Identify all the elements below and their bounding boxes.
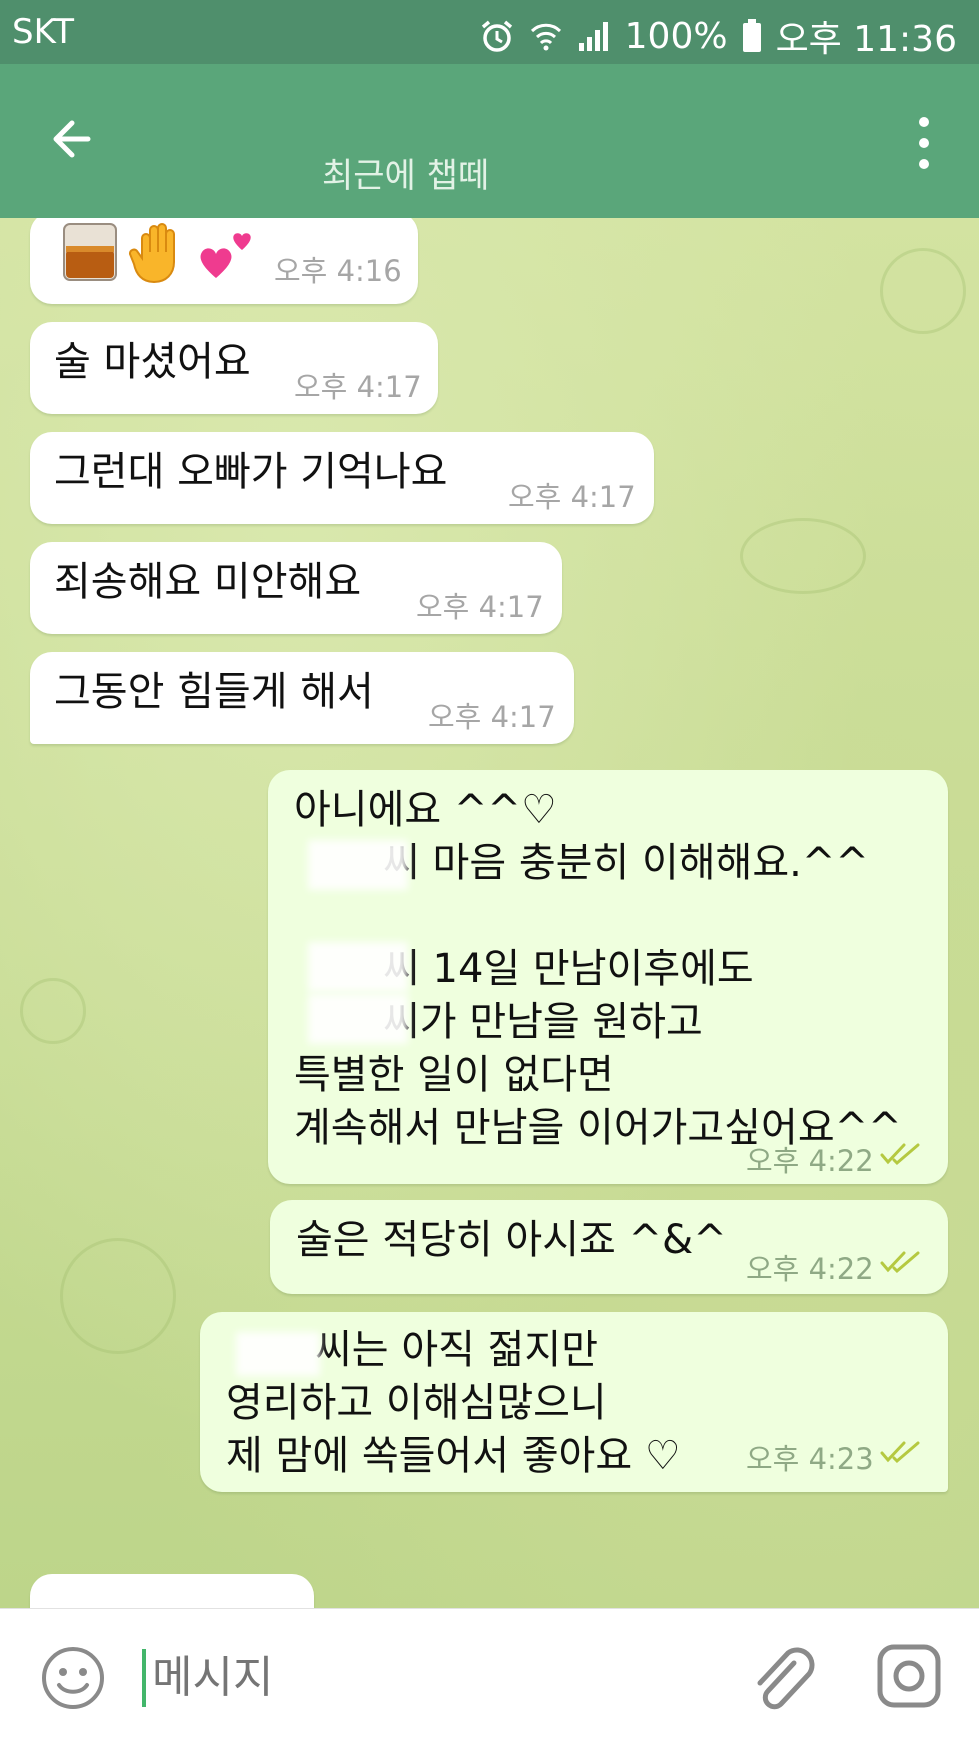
carrier-label: SKT: [12, 12, 75, 52]
emoji-icon[interactable]: [40, 1645, 106, 1711]
message-incoming[interactable]: 오후 4:16: [30, 218, 418, 304]
message-input-bar: [0, 1608, 979, 1743]
message-time: 오후 4:17: [294, 370, 422, 404]
message-time: 오후 4:17: [508, 480, 636, 514]
name-redaction: [308, 994, 408, 1044]
message-input[interactable]: [150, 1641, 714, 1713]
chat-title: 최근에 챕떼: [322, 156, 490, 196]
name-redaction: [236, 1332, 320, 1376]
message-time: 오후 4:17: [416, 590, 544, 624]
whisky-glass-icon: [63, 223, 117, 281]
background-doodle: [740, 518, 866, 594]
two-hearts-icon: [200, 233, 251, 278]
message-time: 오후 4:23: [746, 1442, 874, 1476]
message-time: 오후 4:17: [428, 700, 556, 734]
emoji-content: [60, 220, 260, 284]
message-incoming[interactable]: 죄송해요 미안해요 오후 4:17: [30, 542, 562, 634]
message-text: 술은 적당히 아시죠 ^&^: [296, 1217, 727, 1263]
message-incoming[interactable]: 그동안 힘들게 해서 오후 4:17: [30, 652, 574, 744]
battery-icon: [742, 19, 761, 52]
alarm-icon: [481, 20, 512, 52]
background-doodle: [60, 1238, 176, 1354]
attach-icon[interactable]: [752, 1639, 818, 1713]
message-incoming[interactable]: 술 마셨어요 오후 4:17: [30, 322, 438, 414]
message-text: 죄송해요 미안해요: [54, 559, 362, 605]
message-text: 그동안 힘들게 해서: [54, 669, 374, 715]
message-time: 오후 4:22: [746, 1144, 874, 1178]
chat-area[interactable]: 오후 4:16 술 마셨어요 오후 4:17 그런대 오빠가 기억나요 오후 4…: [0, 218, 979, 1608]
double-check-icon: [880, 1441, 920, 1464]
background-doodle: [880, 248, 966, 334]
message-outgoing[interactable]: 술은 적당히 아시죠 ^&^ 오후 4:22: [270, 1200, 948, 1294]
signal-icon: [578, 22, 608, 51]
message-text: 술 마셨어요: [54, 339, 251, 385]
battery-percent: 100%: [624, 15, 728, 57]
wifi-icon: [530, 23, 561, 51]
text-caret: [142, 1649, 146, 1707]
background-doodle: [20, 978, 86, 1044]
status-icons: 100% 오후 11:36: [479, 10, 957, 62]
message-outgoing[interactable]: 아니에요 ^^♡ 씨 마음 충분히 이해해요.^^ 씨 14일 만남이후에도 씨…: [268, 770, 948, 1184]
message-outgoing[interactable]: 씨는 아직 젊지만 영리하고 이해심많으니 제 맘에 쏙들어서 좋아요 ♡ 오후…: [200, 1312, 948, 1492]
message-time: 오후 4:16: [274, 254, 402, 288]
message-incoming[interactable]: [30, 1574, 314, 1608]
raised-hand-icon: [129, 223, 175, 284]
clock: 오후 11:36: [775, 19, 957, 60]
double-check-icon: [880, 1143, 920, 1166]
message-time: 오후 4:22: [746, 1252, 874, 1286]
double-check-icon: [880, 1251, 920, 1274]
name-redaction: [308, 942, 408, 992]
camera-icon[interactable]: [876, 1643, 942, 1709]
message-incoming[interactable]: 그런대 오빠가 기억나요 오후 4:17: [30, 432, 654, 524]
message-text: 그런대 오빠가 기억나요: [54, 449, 448, 495]
more-vert-icon[interactable]: [909, 108, 939, 178]
name-redaction: [308, 840, 408, 890]
chat-header: 최근에 챕떼: [0, 64, 979, 218]
status-bar: SKT 100% 오후 11:36: [0, 0, 979, 64]
back-arrow-icon[interactable]: [40, 104, 110, 174]
